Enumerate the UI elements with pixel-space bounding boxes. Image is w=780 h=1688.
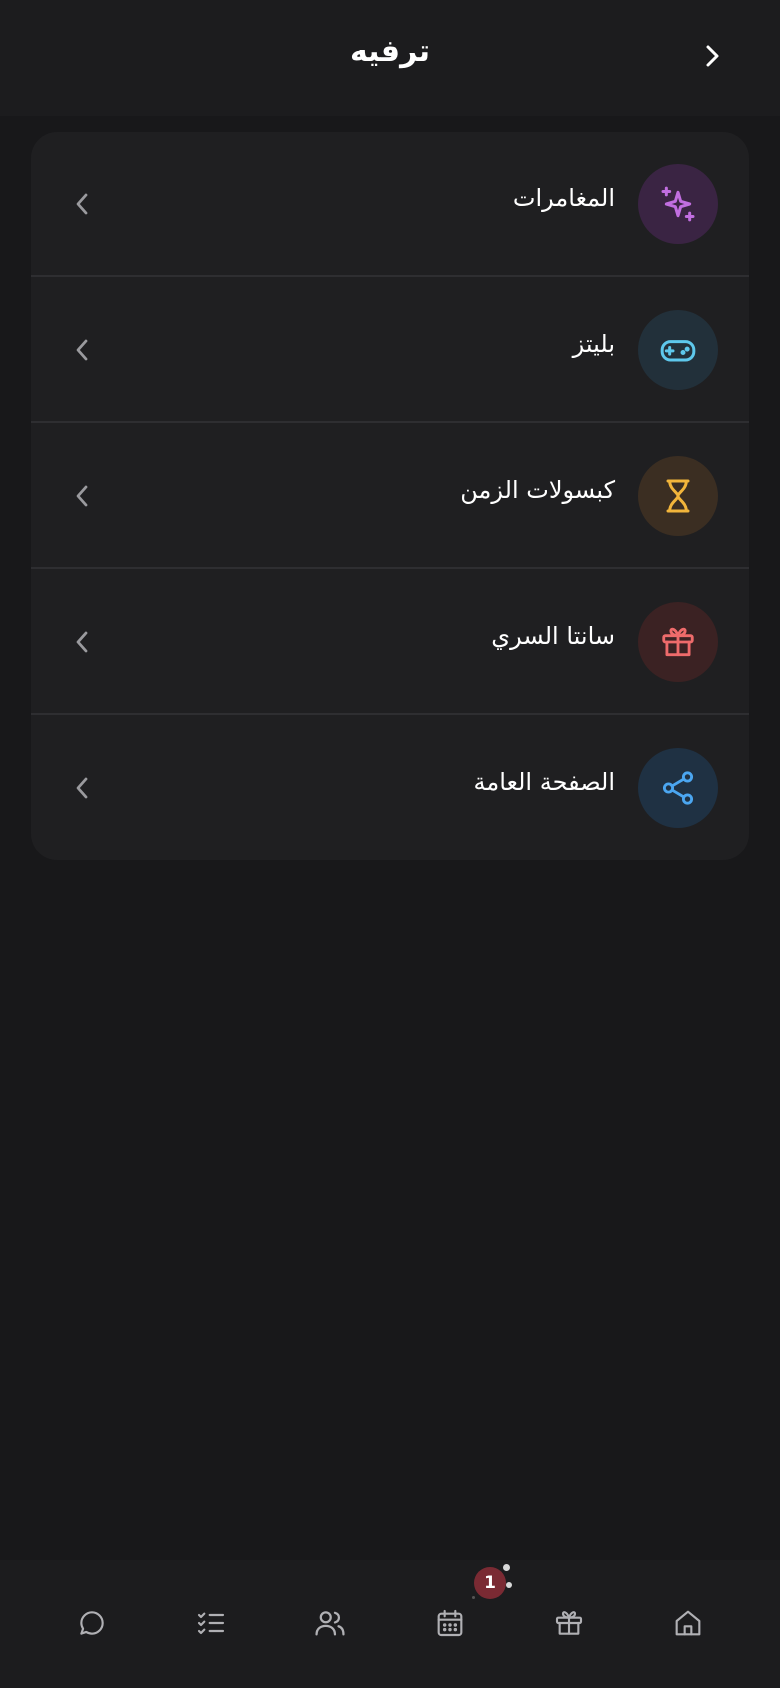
gamepad-icon	[660, 340, 696, 362]
hourglass-icon	[666, 479, 690, 513]
checklist-icon	[197, 1612, 225, 1635]
chevron-left-icon	[76, 485, 88, 507]
menu-item-label: كبسولات الزمن	[460, 476, 615, 504]
menu-item-secret-santa[interactable]: سانتا السري	[31, 570, 749, 715]
badge-sparkle	[472, 1596, 475, 1599]
entertainment-menu-list: المغامرات بليتز كبسولات الزمن سانتا السر…	[31, 132, 749, 860]
screen: ترفيه المغامرات بليتز كبسولات الزمن سانت…	[0, 0, 780, 1688]
time-capsules-icon-circle	[638, 456, 718, 536]
sparkles-icon	[661, 186, 695, 222]
menu-item-label: بليتز	[572, 330, 615, 358]
chevron-left-icon	[76, 339, 88, 361]
chevron-left-icon	[76, 193, 88, 215]
nav-calendar-button[interactable]	[430, 1603, 470, 1643]
nav-home-button[interactable]	[668, 1603, 708, 1643]
divider	[31, 713, 749, 715]
chat-bubble-icon	[80, 1611, 104, 1635]
menu-item-blitz[interactable]: بليتز	[31, 278, 749, 423]
nav-chat-button[interactable]	[72, 1603, 112, 1643]
nav-people-button[interactable]	[310, 1603, 350, 1643]
secret-santa-icon-circle	[638, 602, 718, 682]
public-page-icon-circle	[638, 748, 718, 828]
menu-item-adventures[interactable]: المغامرات	[31, 132, 749, 277]
top-app-bar: ترفيه	[0, 0, 780, 116]
gift-icon	[662, 627, 694, 657]
nav-gifts-button[interactable]	[549, 1603, 589, 1643]
badge-sparkle	[506, 1582, 512, 1588]
divider	[31, 275, 749, 277]
calendar-notification-badge: 1	[474, 1567, 506, 1599]
menu-item-label: سانتا السري	[491, 622, 615, 650]
back-button[interactable]	[694, 38, 730, 74]
home-icon	[675, 1610, 701, 1636]
menu-item-label: الصفحة العامة	[473, 768, 615, 796]
blitz-icon-circle	[638, 310, 718, 390]
chevron-right-icon	[706, 45, 719, 67]
badge-sparkle	[503, 1564, 510, 1571]
chevron-left-icon	[76, 777, 88, 799]
users-icon	[315, 1611, 345, 1636]
gift-icon	[555, 1611, 583, 1635]
chevron-left-icon	[76, 631, 88, 653]
menu-item-public-page[interactable]: الصفحة العامة	[31, 716, 749, 860]
bottom-navigation-bar	[0, 1560, 780, 1688]
divider	[31, 421, 749, 423]
adventures-icon-circle	[638, 164, 718, 244]
share-icon	[662, 771, 694, 805]
nav-tasks-button[interactable]	[191, 1603, 231, 1643]
calendar-icon	[437, 1609, 463, 1637]
menu-item-label: المغامرات	[512, 184, 615, 212]
page-title: ترفيه	[349, 34, 430, 69]
divider	[31, 567, 749, 569]
menu-item-time-capsules[interactable]: كبسولات الزمن	[31, 424, 749, 569]
